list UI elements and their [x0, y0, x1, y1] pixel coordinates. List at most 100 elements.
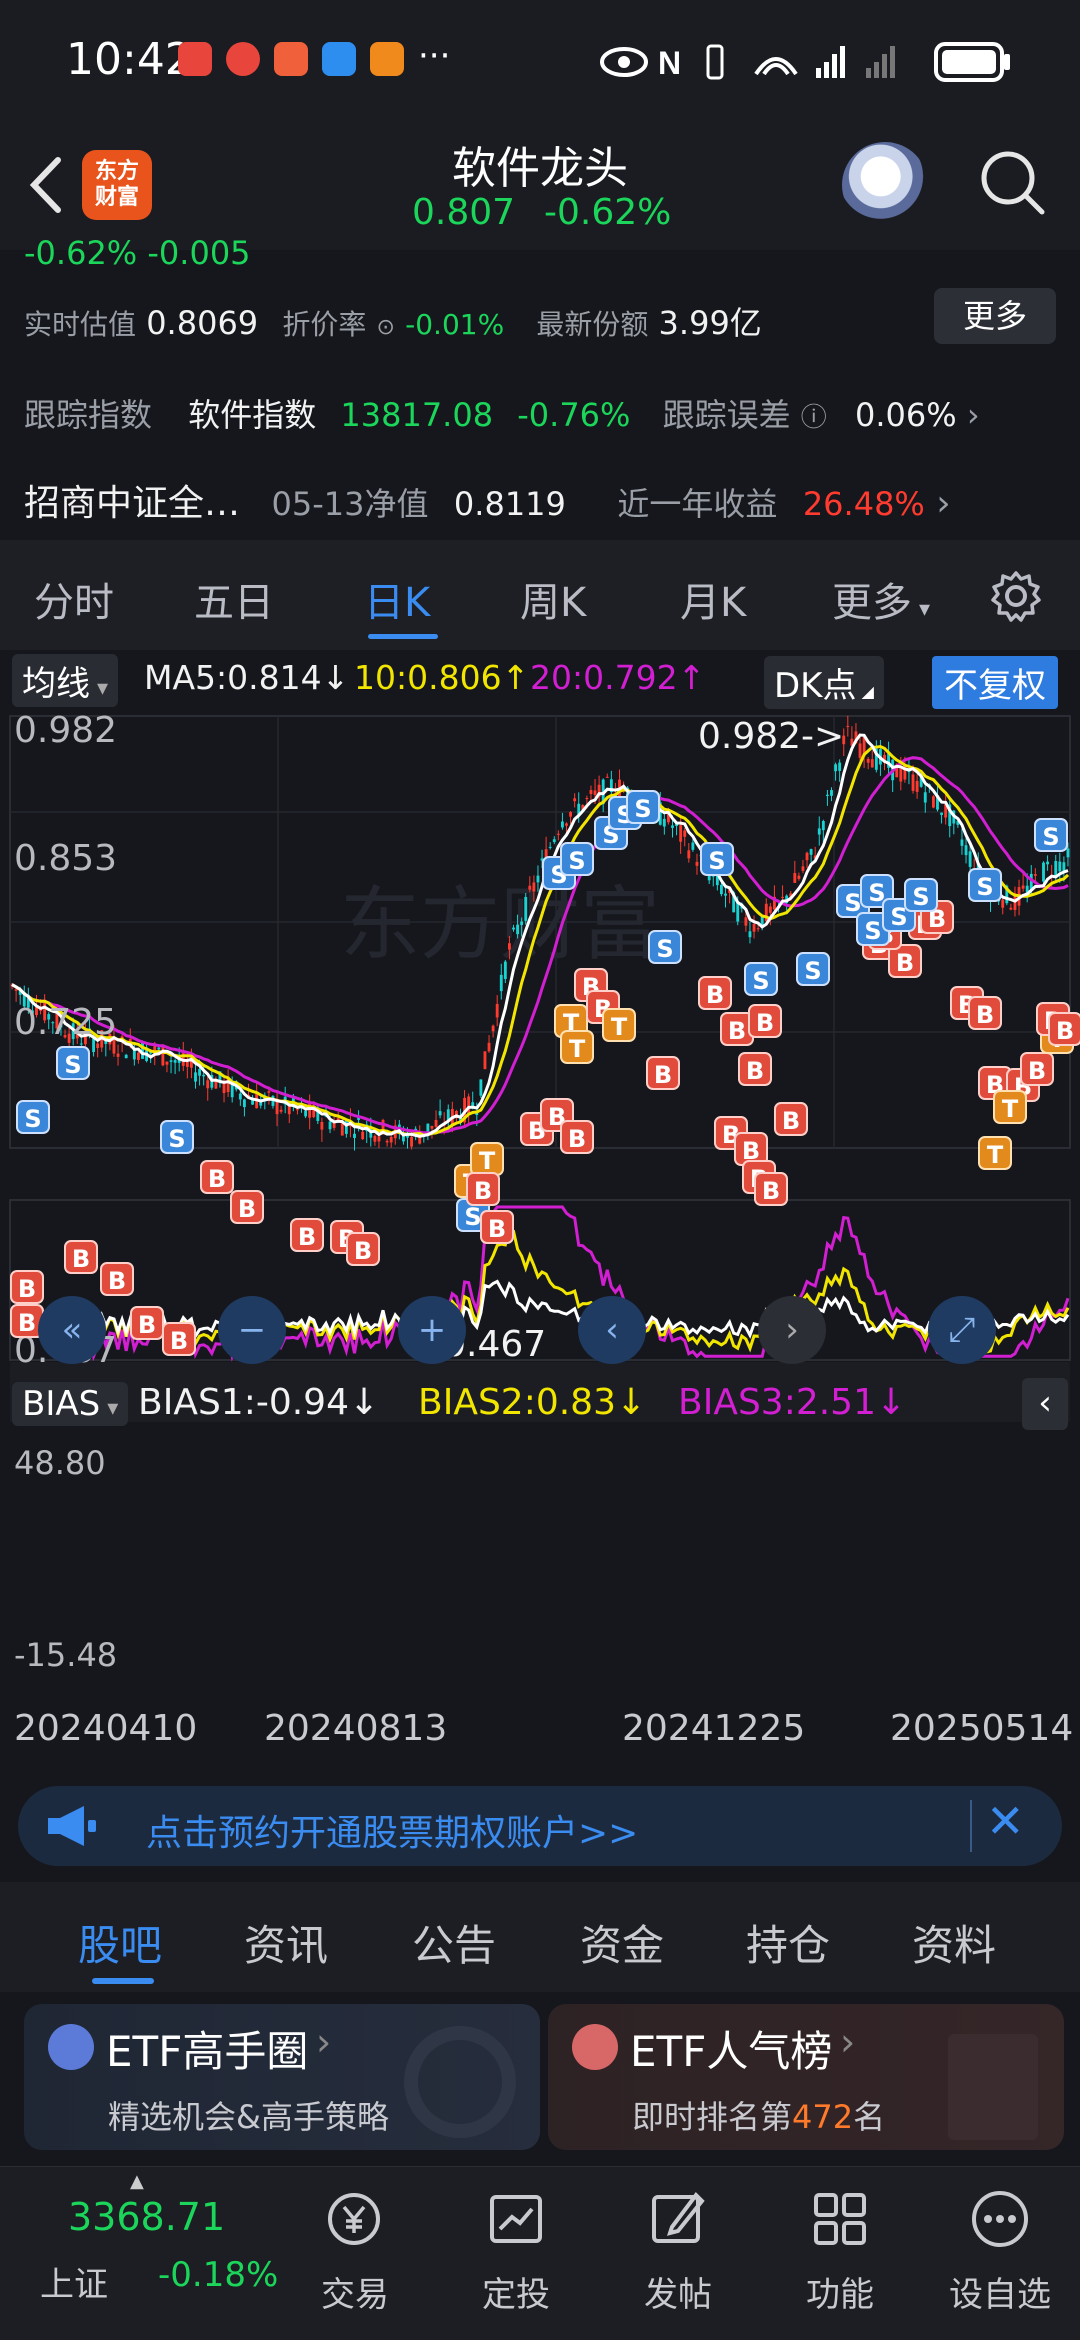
index-pct: -0.18%: [158, 2255, 279, 2295]
tab-funds[interactable]: 资金: [580, 1912, 664, 1973]
nav-post[interactable]: 发帖: [618, 2267, 738, 2316]
clock: 10:42: [66, 34, 193, 85]
candle-body: [830, 790, 833, 796]
index-value[interactable]: 3368.71: [68, 2195, 225, 2239]
sell-marker: S: [1034, 818, 1068, 852]
back-arrow-icon[interactable]: [22, 150, 72, 220]
candle-body: [336, 1118, 340, 1121]
dropdown-icon: ▾: [100, 1396, 119, 1421]
zoom-in-button[interactable]: +: [398, 1296, 466, 1364]
tab-daily-k[interactable]: 日K: [364, 570, 430, 628]
candle-body: [1042, 862, 1045, 882]
candle-body: [1058, 861, 1062, 872]
buy-marker: B: [748, 1004, 782, 1038]
tab-news[interactable]: 资讯: [244, 1912, 328, 1973]
nav-functions[interactable]: 功能: [780, 2267, 900, 2316]
status-bar: 10:42 ··· N: [0, 0, 1080, 120]
etf-expert-card[interactable]: ETF高手圈 › 精选机会&高手策略: [24, 2004, 540, 2150]
nav-label: 05-13净值: [271, 485, 429, 523]
premium-value: -0.01%: [405, 308, 505, 341]
more-button[interactable]: 更多: [934, 288, 1056, 344]
indicator-selector-label: BIAS: [22, 1384, 101, 1424]
tab-announcements[interactable]: 公告: [412, 1912, 496, 1973]
ma-selector[interactable]: 均线 ▾: [12, 654, 119, 707]
tab-monthly-k[interactable]: 月K: [680, 570, 746, 628]
candle-body: [279, 1109, 283, 1112]
bias2-value: BIAS2:0.83: [418, 1382, 616, 1423]
candle-body: [377, 1136, 381, 1142]
candle-body: [589, 790, 593, 795]
scroll-left-fast-button[interactable]: «: [38, 1296, 106, 1364]
zoom-out-button[interactable]: −: [218, 1296, 286, 1364]
invest-plan-icon[interactable]: [484, 2187, 548, 2251]
scroll-left-button[interactable]: ‹: [578, 1296, 646, 1364]
candle-body: [295, 1109, 299, 1111]
grid-apps-icon[interactable]: [808, 2187, 872, 2251]
tab-more[interactable]: 更多 ▾: [832, 570, 930, 628]
nav-add-watchlist[interactable]: 设自选: [940, 2267, 1060, 2316]
candle-body: [931, 796, 935, 808]
chevron-right-icon[interactable]: ›: [936, 483, 950, 524]
bias3-value: BIAS3:2.51: [678, 1382, 876, 1423]
more-dots-icon[interactable]: [968, 2187, 1032, 2251]
compose-icon[interactable]: [646, 2187, 710, 2251]
decorative-ring: [404, 2026, 516, 2138]
candle-body: [1009, 907, 1013, 910]
candle-body: [817, 828, 821, 835]
fullscreen-icon[interactable]: ⤢: [928, 1296, 996, 1364]
candle-body: [662, 818, 666, 827]
scroll-right-button[interactable]: ›: [758, 1296, 826, 1364]
tab-guba[interactable]: 股吧: [78, 1912, 162, 1973]
nav-auto-invest[interactable]: 定投: [456, 2267, 576, 2316]
indicator-selector[interactable]: BIAS ▾: [12, 1382, 129, 1426]
candle-body: [968, 851, 972, 867]
banner-text: 点击预约开通股票期权账户>>: [146, 1813, 639, 1854]
candle-body: [495, 1003, 499, 1018]
help-icon[interactable]: ⓘ: [801, 403, 827, 433]
buy-marker: B: [560, 1120, 594, 1154]
adjust-button[interactable]: 不复权: [932, 656, 1058, 709]
track-index-value: 13817.08: [340, 396, 494, 434]
search-icon[interactable]: [978, 148, 1048, 218]
dk-point-button[interactable]: DK点 ◢: [764, 656, 884, 709]
close-icon[interactable]: ✕: [986, 1794, 1025, 1848]
track-index-name[interactable]: 软件指数: [188, 396, 316, 434]
candle-body: [748, 931, 752, 938]
candle-body: [194, 1072, 197, 1082]
options-promo-banner[interactable]: 点击预约开通股票期权账户>> ✕: [18, 1786, 1062, 1866]
candle-body: [202, 1074, 206, 1077]
tab-weekly-k[interactable]: 周K: [520, 570, 586, 628]
collapse-icon[interactable]: ‹: [1022, 1378, 1068, 1430]
tab-holdings[interactable]: 持仓: [746, 1912, 830, 1973]
candle-body: [320, 1121, 324, 1130]
candle-body: [487, 1042, 491, 1052]
candle-body: [1033, 874, 1037, 876]
trade-yen-icon[interactable]: [322, 2187, 386, 2251]
t-marker: T: [602, 1008, 636, 1042]
settings-gear-icon[interactable]: [990, 570, 1042, 622]
chevron-right-icon: ›: [316, 2020, 332, 2064]
info-icon[interactable]: ⊙: [377, 315, 395, 340]
assistant-robot-icon[interactable]: [842, 142, 928, 228]
tab-profile[interactable]: 资料: [912, 1912, 996, 1973]
sell-marker: S: [796, 952, 830, 986]
ma20-readout: 20:0.792↑: [530, 658, 706, 697]
candle-body: [14, 989, 18, 991]
candle-body: [328, 1121, 332, 1130]
fund-full-name[interactable]: 招商中证全…: [24, 483, 240, 524]
etf-popularity-card[interactable]: ETF人气榜 › 即时排名第472名: [548, 2004, 1064, 2150]
ma10-value: 10:0.806: [354, 658, 502, 697]
nav-trade[interactable]: 交易: [295, 2267, 415, 2316]
candle-body: [825, 794, 829, 796]
fund-title: 软件龙头: [452, 143, 628, 194]
kline-chart-area[interactable]: 均线 ▾ MA5:0.814↓ 10:0.806↑ 20:0.792↑ DK点 …: [0, 650, 1080, 1760]
tab-five-day[interactable]: 五日: [194, 570, 274, 628]
system-status-icons: N: [600, 42, 1010, 82]
chevron-right-icon[interactable]: ›: [967, 396, 980, 434]
candle-body: [858, 743, 862, 758]
candle-body: [915, 780, 919, 792]
track-index-pct: -0.76%: [517, 396, 631, 434]
candle-body: [573, 798, 577, 802]
candle-body: [161, 1045, 165, 1066]
tab-intraday[interactable]: 分时: [34, 570, 114, 628]
